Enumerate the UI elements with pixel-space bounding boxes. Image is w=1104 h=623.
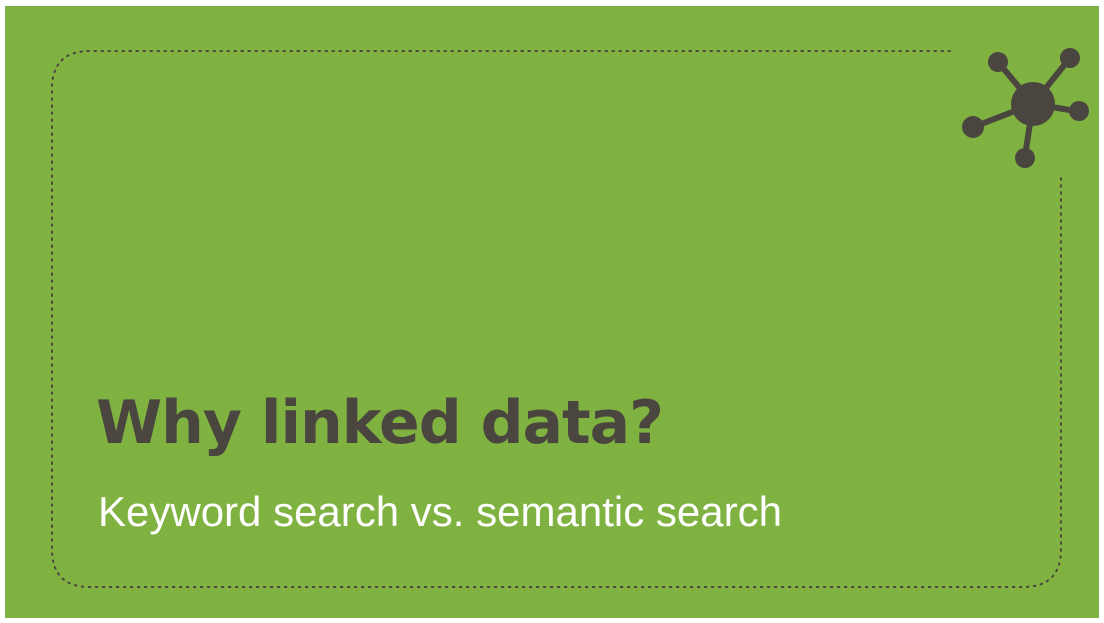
network-icon [962, 48, 1089, 168]
slide: Why linked data? Keyword search vs. sema… [5, 6, 1099, 618]
slide-subtitle: Keyword search vs. semantic search [98, 488, 782, 535]
slide-title: Why linked data? [96, 388, 664, 458]
